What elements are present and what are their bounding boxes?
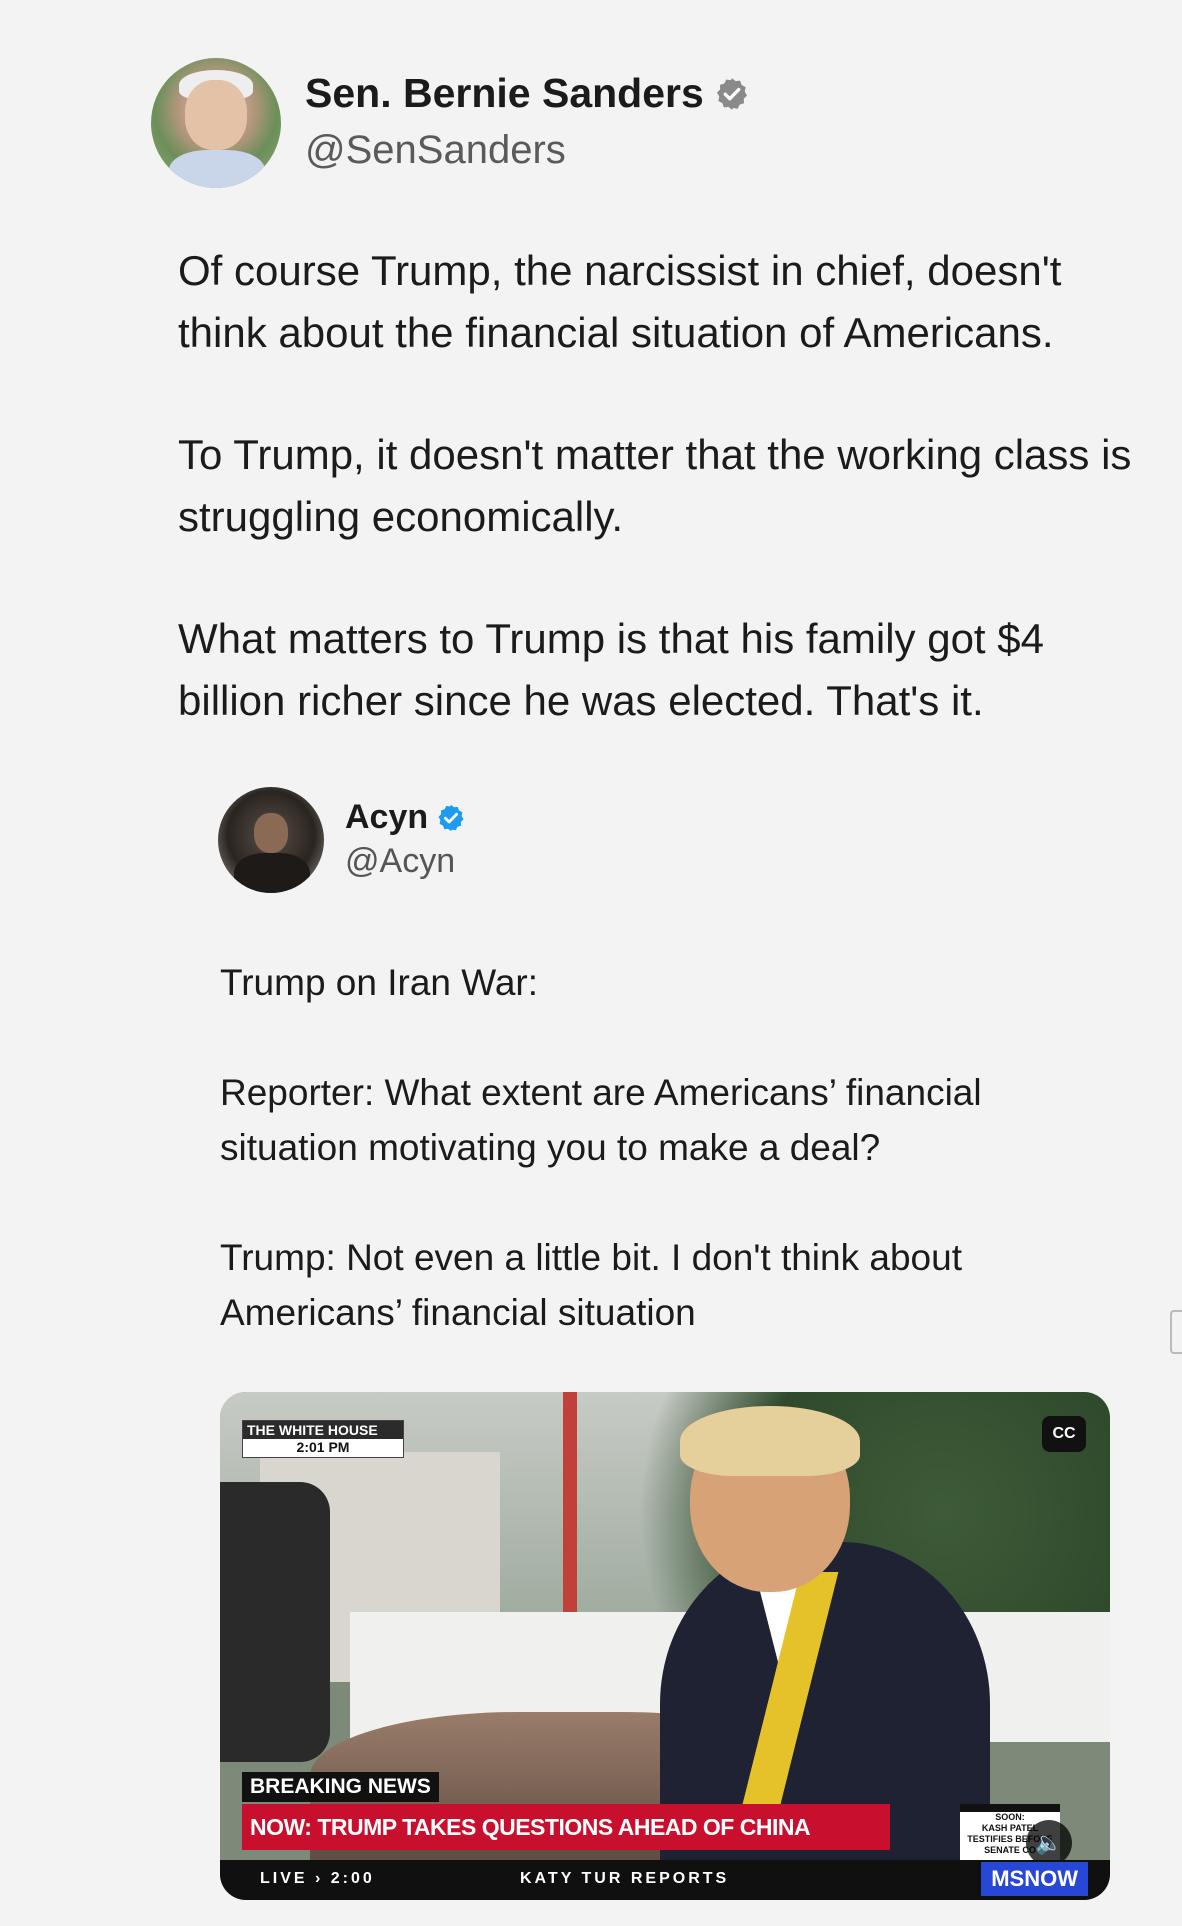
live-label: LIVE › 2:00 [260,1870,375,1887]
avatar-face [185,80,247,150]
quoted-paragraph-2: Reporter: What extent are Americans’ fin… [220,1072,982,1168]
news-headline: NOW: TRUMP TAKES QUESTIONS AHEAD OF CHIN… [242,1804,890,1886]
location-label: THE WHITE HOUSE [243,1421,403,1439]
main-author-name[interactable]: Sen. Bernie Sanders [305,70,750,117]
location-time: 2:01 PM [296,1439,350,1455]
avatar-face [254,813,288,853]
avatar-shirt [169,150,265,188]
avatar-body [234,853,310,893]
network-logo: MSNOW [981,1862,1088,1896]
quoted-paragraph-3: Trump: Not even a little bit. I don't th… [220,1237,962,1333]
show-name: KATY TUR REPORTS [520,1870,730,1887]
quoted-tweet-text: Trump on Iran War: Reporter: What extent… [220,955,1120,1395]
location-bug: THE WHITE HOUSE 2:01 PM [242,1420,404,1458]
verified-badge-icon [716,77,747,110]
tweet-paragraph-2: To Trump, it doesn't matter that the wor… [178,431,1132,540]
tweet-paragraph-1: Of course Trump, the narcissist in chief… [178,247,1062,356]
scroll-edge-handle[interactable] [1170,1310,1182,1354]
quoted-author-name[interactable]: Acyn [345,798,466,837]
closed-captions-icon[interactable]: CC [1042,1416,1086,1452]
video-camera-operator [220,1482,330,1762]
quoted-display-name[interactable]: Acyn [345,798,428,837]
verified-badge-icon [438,804,464,831]
acyn-avatar[interactable] [218,787,324,893]
display-name[interactable]: Sen. Bernie Sanders [305,70,704,117]
quoted-paragraph-1: Trump on Iran War: [220,962,539,1003]
quoted-author-handle[interactable]: @Acyn [345,842,455,881]
tweet-text: Of course Trump, the narcissist in chief… [178,240,1148,792]
embedded-video[interactable]: THE WHITE HOUSE 2:01 PM CC BREAKING NEWS… [220,1392,1110,1900]
video-speaker-hair [680,1406,860,1476]
sanders-avatar[interactable] [151,58,281,188]
main-author-handle[interactable]: @SenSanders [305,128,566,173]
news-ticker: LIVE › 2:00 KATY TUR REPORTS [220,1860,1110,1900]
breaking-news-label: BREAKING NEWS [242,1772,439,1802]
tweet-paragraph-3: What matters to Trump is that his family… [178,615,1044,724]
